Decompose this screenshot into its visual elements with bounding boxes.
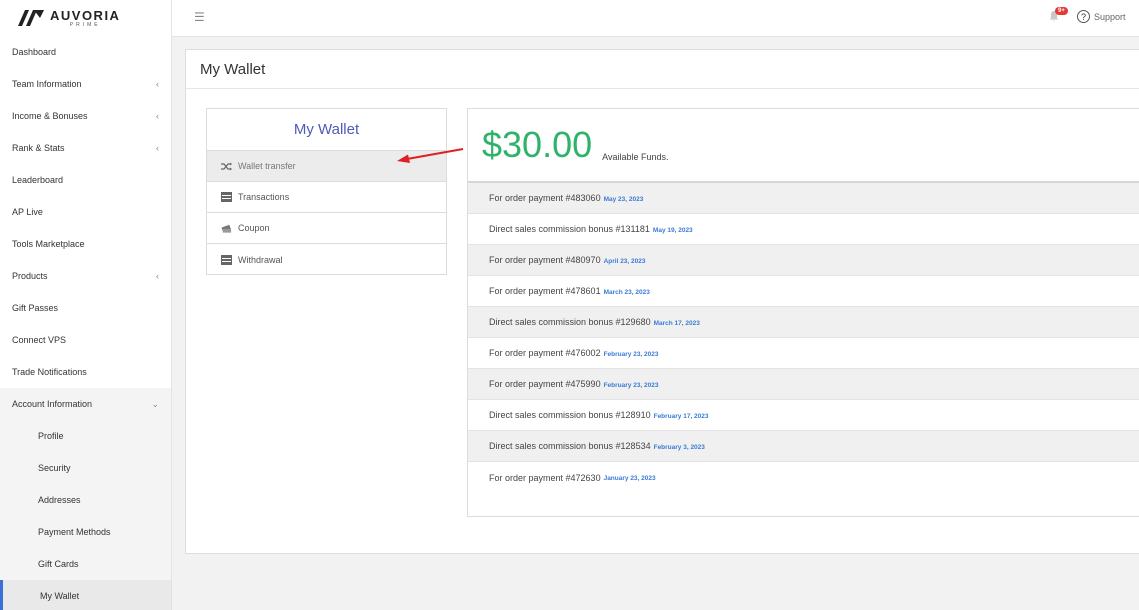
transaction-date: February 23, 2023 bbox=[603, 381, 659, 389]
sidebar-item-label: Account Information bbox=[12, 399, 93, 409]
wallet-menu-label: Withdrawal bbox=[238, 254, 283, 265]
transaction-row: For order payment #480970 April 23, 2023 bbox=[468, 245, 1139, 276]
transaction-text: For order payment #476002 bbox=[489, 348, 601, 358]
support-link[interactable]: ? Support bbox=[1077, 10, 1126, 23]
brand-sub: PRIME bbox=[69, 21, 101, 28]
sidebar-item-leaderboard[interactable]: Leaderboard bbox=[0, 164, 171, 196]
wallet-menu-label: Coupon bbox=[238, 223, 270, 233]
transaction-date: April 23, 2023 bbox=[603, 257, 646, 265]
coupon-item[interactable]: Coupon bbox=[207, 213, 446, 244]
transaction-row: Direct sales commission bonus #131181 May… bbox=[468, 214, 1139, 245]
transaction-row: Direct sales commission bonus #128910 Feb… bbox=[468, 400, 1139, 431]
transaction-date: February 3, 2023 bbox=[653, 443, 705, 451]
sidebar-item-ap-live[interactable]: AP Live bbox=[0, 196, 171, 228]
sidebar: AUVORIA PRIME Dashboard Team Information… bbox=[0, 0, 172, 610]
help-circle-icon: ? bbox=[1077, 10, 1090, 23]
transaction-text: For order payment #480970 bbox=[489, 255, 601, 265]
transaction-text: Direct sales commission bonus #128910 bbox=[489, 410, 651, 420]
sidebar-nav: Dashboard Team Information ‹ Income & Bon… bbox=[0, 36, 171, 610]
transaction-date: May 19, 2023 bbox=[652, 226, 693, 234]
sidebar-item-gift-passes[interactable]: Gift Passes bbox=[0, 292, 171, 324]
sidebar-item-label: Products bbox=[12, 271, 48, 281]
sidebar-item-label: Income & Bonuses bbox=[12, 111, 88, 121]
transaction-row: For order payment #483060 May 23, 2023 bbox=[468, 183, 1139, 214]
sidebar-subitem-profile[interactable]: Profile bbox=[0, 420, 171, 452]
sidebar-item-label: Gift Passes bbox=[12, 303, 59, 313]
sidebar-item-income-bonuses[interactable]: Income & Bonuses ‹ bbox=[0, 100, 171, 132]
available-funds-label: Available Funds. bbox=[602, 152, 669, 162]
auvoria-logo-icon bbox=[18, 10, 44, 26]
list-icon bbox=[221, 254, 232, 265]
sidebar-item-connect-vps[interactable]: Connect VPS bbox=[0, 324, 171, 356]
transaction-text: For order payment #472630 bbox=[489, 472, 601, 483]
hamburger-menu-icon[interactable]: ☰ bbox=[194, 10, 205, 24]
transaction-text: For order payment #478601 bbox=[489, 286, 601, 296]
chevron-down-icon: ⌄ bbox=[151, 398, 159, 409]
wallet-menu: My Wallet Wallet transfer Transactions C… bbox=[206, 108, 447, 275]
transaction-row: For order payment #478601 March 23, 2023 bbox=[468, 276, 1139, 307]
brand-name: AUVORIA bbox=[50, 7, 121, 23]
chevron-left-icon: ‹ bbox=[156, 111, 159, 121]
wallet-menu-label: Wallet transfer bbox=[238, 161, 296, 171]
shuffle-icon bbox=[221, 161, 232, 171]
sidebar-subitem-payment-methods[interactable]: Payment Methods bbox=[0, 516, 171, 548]
transactions-list: For order payment #483060 May 23, 2023 Di… bbox=[468, 183, 1139, 493]
sidebar-item-label: AP Live bbox=[12, 207, 43, 217]
transaction-row: For order payment #472630 January 23, 202… bbox=[468, 462, 1139, 493]
sidebar-item-trade-notifications[interactable]: Trade Notifications bbox=[0, 356, 171, 388]
transaction-row: For order payment #476002 February 23, 20… bbox=[468, 338, 1139, 369]
sidebar-item-label: Tools Marketplace bbox=[12, 239, 85, 249]
page-title: My Wallet bbox=[186, 50, 1139, 89]
top-bar: ☰ 9+ ? Support bbox=[172, 0, 1139, 37]
brand-logo[interactable]: AUVORIA PRIME bbox=[0, 0, 171, 36]
sidebar-item-label: Trade Notifications bbox=[12, 367, 87, 377]
support-label: Support bbox=[1094, 11, 1126, 22]
sidebar-item-products[interactable]: Products ‹ bbox=[0, 260, 171, 292]
transaction-date: May 23, 2023 bbox=[603, 195, 644, 203]
funds-header: $30.00 Available Funds. bbox=[468, 109, 1139, 183]
chevron-left-icon: ‹ bbox=[156, 143, 159, 153]
transaction-date: February 17, 2023 bbox=[653, 412, 709, 420]
available-funds-amount: $30.00 bbox=[482, 124, 593, 165]
sidebar-subitem-my-wallet[interactable]: My Wallet bbox=[0, 580, 171, 610]
transaction-text: For order payment #475990 bbox=[489, 379, 601, 389]
transaction-row: For order payment #475990 February 23, 20… bbox=[468, 369, 1139, 400]
wallet-menu-title: My Wallet bbox=[207, 109, 446, 151]
withdrawal-item[interactable]: Withdrawal bbox=[207, 244, 446, 275]
sidebar-item-account-information[interactable]: Account Information ⌄ bbox=[0, 388, 171, 420]
transaction-text: Direct sales commission bonus #128534 bbox=[489, 441, 651, 451]
transaction-date: March 23, 2023 bbox=[603, 288, 650, 296]
coupon-icon bbox=[221, 223, 232, 233]
sidebar-item-team-information[interactable]: Team Information ‹ bbox=[0, 68, 171, 100]
notification-badge: 9+ bbox=[1055, 7, 1068, 15]
transaction-row: Direct sales commission bonus #129680 Mar… bbox=[468, 307, 1139, 338]
transaction-date: January 23, 2023 bbox=[603, 475, 656, 482]
transaction-text: Direct sales commission bonus #129680 bbox=[489, 317, 651, 327]
sidebar-item-label: Team Information bbox=[12, 79, 82, 89]
chevron-left-icon: ‹ bbox=[156, 271, 159, 281]
funds-panel: $30.00 Available Funds. For order paymen… bbox=[467, 108, 1139, 517]
transaction-date: February 23, 2023 bbox=[603, 350, 659, 358]
wallet-menu-label: Transactions bbox=[238, 192, 290, 202]
transactions-item[interactable]: Transactions bbox=[207, 182, 446, 213]
sidebar-item-tools-marketplace[interactable]: Tools Marketplace bbox=[0, 228, 171, 260]
sidebar-item-label: Dashboard bbox=[12, 47, 57, 57]
sidebar-item-label: Leaderboard bbox=[12, 175, 64, 185]
annotation-arrow-icon bbox=[397, 148, 464, 163]
chevron-left-icon: ‹ bbox=[156, 79, 159, 89]
sidebar-item-rank-stats[interactable]: Rank & Stats ‹ bbox=[0, 132, 171, 164]
sidebar-subitem-addresses[interactable]: Addresses bbox=[0, 484, 171, 516]
sidebar-subitem-gift-cards[interactable]: Gift Cards bbox=[0, 548, 171, 580]
sidebar-item-label: Connect VPS bbox=[12, 335, 67, 345]
transaction-text: For order payment #483060 bbox=[489, 193, 601, 203]
transaction-text: Direct sales commission bonus #131181 bbox=[489, 224, 650, 234]
transaction-row: Direct sales commission bonus #128534 Feb… bbox=[468, 431, 1139, 462]
transaction-date: March 17, 2023 bbox=[653, 319, 700, 327]
sidebar-subitem-security[interactable]: Security bbox=[0, 452, 171, 484]
sidebar-item-dashboard[interactable]: Dashboard bbox=[0, 36, 171, 68]
list-icon bbox=[221, 192, 232, 202]
sidebar-item-label: Rank & Stats bbox=[12, 143, 65, 153]
